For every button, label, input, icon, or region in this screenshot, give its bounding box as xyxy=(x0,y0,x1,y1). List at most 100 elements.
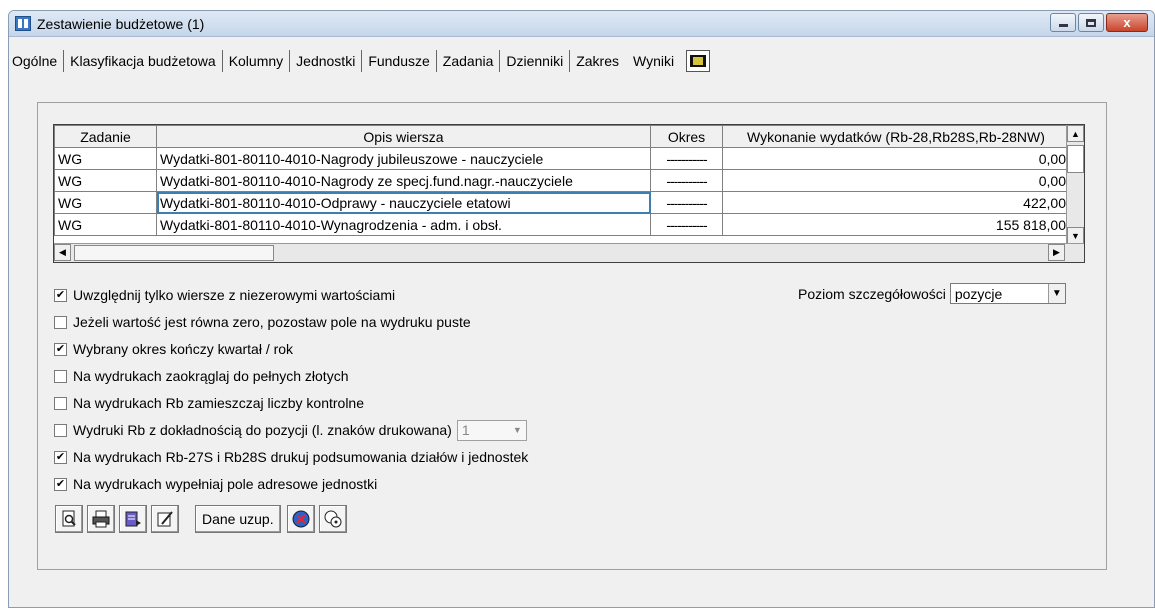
edit-icon xyxy=(157,511,173,527)
export-icon xyxy=(125,511,141,527)
dane-uzup-button[interactable]: Dane uzup. xyxy=(195,505,281,533)
option-control-numbers[interactable]: Na wydrukach Rb zamieszczaj liczby kontr… xyxy=(54,394,364,412)
option-round-zloty[interactable]: Na wydrukach zaokrąglaj do pełnych złoty… xyxy=(54,367,348,385)
settings-button[interactable] xyxy=(318,505,347,533)
option-precision[interactable]: Wydruki Rb z dokładnością do pozycji (l.… xyxy=(54,419,527,441)
scroll-right-icon[interactable]: ▶ xyxy=(1048,244,1065,261)
window-controls: x xyxy=(1050,13,1148,32)
table-row[interactable]: WG Wydatki-801-80110-4010-Nagrody jubile… xyxy=(54,147,1070,170)
horizontal-scroll-thumb[interactable] xyxy=(74,245,274,261)
horizontal-scrollbar[interactable]: ◀ ▶ xyxy=(54,243,1084,262)
app-icon xyxy=(15,16,31,31)
tab-jednostki[interactable]: Jednostki xyxy=(290,50,363,72)
scroll-down-icon[interactable]: ▼ xyxy=(1067,227,1084,244)
option-label: Na wydrukach Rb zamieszczaj liczby kontr… xyxy=(73,395,364,411)
tab-kolumny[interactable]: Kolumny xyxy=(223,50,291,72)
print-button[interactable] xyxy=(87,505,115,533)
preview-button[interactable] xyxy=(55,505,83,533)
cell-zadanie: WG xyxy=(54,147,157,170)
cell-okres: ----------- xyxy=(650,169,723,192)
tab-zadania[interactable]: Zadania xyxy=(437,50,501,72)
close-icon: x xyxy=(1123,15,1131,30)
table-header: Zadanie Opis wiersza Okres Wykonanie wyd… xyxy=(54,125,1070,148)
chevron-down-icon: ▼ xyxy=(512,425,522,435)
option-zero-empty[interactable]: Jeżeli wartość jest równa zero, pozostaw… xyxy=(54,313,471,331)
minimize-button[interactable] xyxy=(1050,13,1076,32)
detail-level-select[interactable]: pozycje ▼ xyxy=(949,283,1066,304)
tab-film[interactable] xyxy=(686,50,711,72)
checkbox-summaries[interactable]: ✔ xyxy=(54,450,67,464)
tab-fundusze[interactable]: Fundusze xyxy=(362,50,437,72)
option-label: Na wydrukach zaokrąglaj do pełnych złoty… xyxy=(73,368,349,384)
close-button[interactable]: x xyxy=(1106,13,1148,32)
column-header-wykonanie[interactable]: Wykonanie wydatków (Rb-28,Rb28S,Rb-28NW) xyxy=(722,125,1070,148)
cell-opis: Wydatki-801-80110-4010-Wynagrodzenia - a… xyxy=(156,213,651,236)
column-header-okres[interactable]: Okres xyxy=(650,125,723,148)
checkbox-nonzero-rows[interactable]: ✔ xyxy=(54,288,67,302)
option-label: Wydruki Rb z dokładnością do pozycji (l.… xyxy=(73,422,452,438)
option-label: Na wydrukach wypełniaj pole adresowe jed… xyxy=(73,476,378,492)
cell-opis: Wydatki-801-80110-4010-Nagrody ze specj.… xyxy=(156,169,651,192)
cell-wykonanie: 0,00 xyxy=(722,169,1070,192)
cell-okres: ----------- xyxy=(650,213,723,236)
option-label: Uwzględnij tylko wiersze z niezerowymi w… xyxy=(73,287,396,303)
scroll-up-icon[interactable]: ▲ xyxy=(1067,125,1084,142)
column-header-opis[interactable]: Opis wiersza xyxy=(156,125,651,148)
maximize-icon xyxy=(1086,18,1096,27)
checkbox-precision[interactable] xyxy=(54,423,67,437)
results-table: Zadanie Opis wiersza Okres Wykonanie wyd… xyxy=(54,125,1070,236)
settings-icon xyxy=(324,510,342,528)
table-row[interactable]: WG Wydatki-801-80110-4010-Nagrody ze spe… xyxy=(54,169,1070,192)
column-header-zadanie[interactable]: Zadanie xyxy=(54,125,157,148)
cell-wykonanie: 155 818,00 xyxy=(722,213,1070,236)
detail-level-label: Poziom szczegółowości xyxy=(798,285,946,302)
vertical-scrollbar[interactable]: ▲ ▼ xyxy=(1066,125,1084,245)
export-button[interactable] xyxy=(119,505,147,533)
option-label: Jeżeli wartość jest równa zero, pozostaw… xyxy=(73,314,471,330)
precision-select[interactable]: 1 ▼ xyxy=(456,419,527,441)
help-button[interactable] xyxy=(286,505,315,533)
window-title: Zestawienie budżetowe (1) xyxy=(37,16,205,32)
cell-wykonanie: 422,00 xyxy=(722,191,1070,214)
cell-okres: ----------- xyxy=(650,191,723,214)
print-icon xyxy=(92,510,110,528)
option-address[interactable]: ✔ Na wydrukach wypełniaj pole adresowe j… xyxy=(54,475,377,493)
preview-icon xyxy=(62,510,76,527)
tab-wyniki[interactable]: Wyniki xyxy=(625,50,682,72)
checkbox-zero-empty[interactable] xyxy=(54,315,67,329)
option-summaries[interactable]: ✔ Na wydrukach Rb-27S i Rb28S drukuj pod… xyxy=(54,448,528,466)
option-nonzero-rows[interactable]: ✔ Uwzględnij tylko wiersze z niezerowymi… xyxy=(54,286,395,304)
help-icon xyxy=(292,510,310,528)
edit-button[interactable] xyxy=(151,505,179,533)
tab-ogolne[interactable]: Ogólne xyxy=(9,50,65,72)
checkbox-address[interactable]: ✔ xyxy=(54,477,67,491)
cell-zadanie: WG xyxy=(54,213,157,236)
checkbox-quarter-end[interactable]: ✔ xyxy=(54,342,67,356)
cell-opis: Wydatki-801-80110-4010-Nagrody jubileusz… xyxy=(156,147,651,170)
vertical-scroll-thumb[interactable] xyxy=(1067,145,1084,173)
checkbox-control-numbers[interactable] xyxy=(54,396,67,410)
tab-bar: Ogólne Klasyfikacja budżetowa Kolumny Je… xyxy=(9,47,1154,75)
chevron-down-icon[interactable]: ▼ xyxy=(1047,284,1065,303)
checkbox-round-zloty[interactable] xyxy=(54,369,67,383)
option-quarter-end[interactable]: ✔ Wybrany okres kończy kwartał / rok xyxy=(54,340,293,358)
tab-dzienniki[interactable]: Dzienniki xyxy=(500,50,571,72)
minimize-icon xyxy=(1058,24,1068,27)
cell-zadanie: WG xyxy=(54,169,157,192)
cell-okres: ----------- xyxy=(650,147,723,170)
table-row[interactable]: WG Wydatki-801-80110-4010-Odprawy - nauc… xyxy=(54,191,1070,214)
detail-level-value: pozycje xyxy=(954,285,1003,302)
scroll-left-icon[interactable]: ◀ xyxy=(54,244,71,261)
maximize-button[interactable] xyxy=(1078,13,1104,32)
table-row[interactable]: WG Wydatki-801-80110-4010-Wynagrodzenia … xyxy=(54,213,1070,236)
action-toolbar: Dane uzup. xyxy=(55,505,351,533)
option-label: Wybrany okres kończy kwartał / rok xyxy=(73,341,294,357)
title-bar[interactable]: Zestawienie budżetowe (1) x xyxy=(9,11,1154,37)
option-label: Na wydrukach Rb-27S i Rb28S drukuj podsu… xyxy=(73,449,529,465)
tab-zakres[interactable]: Zakres xyxy=(570,50,625,72)
results-panel: Zadanie Opis wiersza Okres Wykonanie wyd… xyxy=(37,102,1107,570)
cell-opis-selected[interactable]: Wydatki-801-80110-4010-Odprawy - nauczyc… xyxy=(156,191,651,214)
film-icon xyxy=(690,55,707,67)
tab-klasyfikacja[interactable]: Klasyfikacja budżetowa xyxy=(64,50,223,72)
results-grid[interactable]: Zadanie Opis wiersza Okres Wykonanie wyd… xyxy=(53,124,1085,263)
